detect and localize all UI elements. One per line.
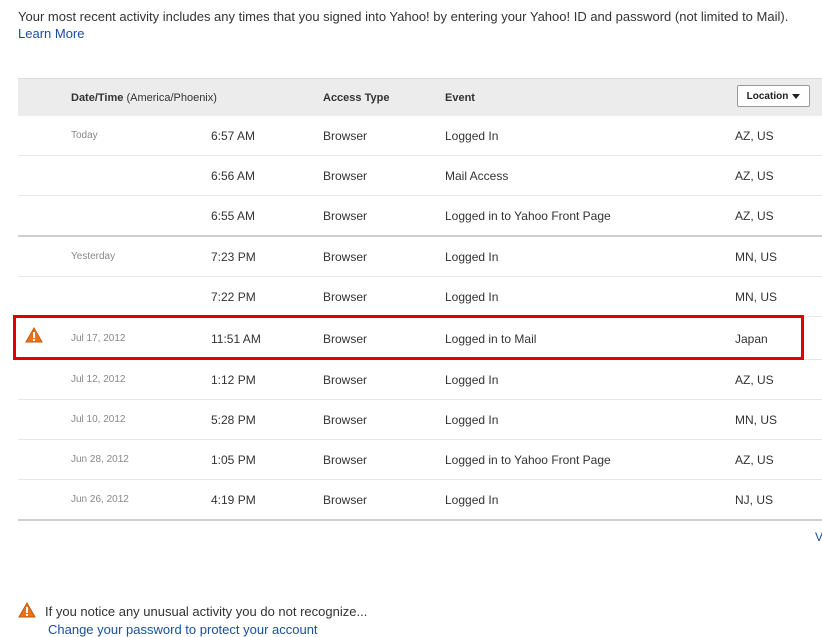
- row-date: Today: [71, 130, 98, 141]
- row-date: Jul 10, 2012: [71, 414, 126, 425]
- row-time: 7:23 PM: [211, 250, 256, 264]
- table-row: 7:22 PM Browser Logged In MN, US: [18, 277, 822, 317]
- row-access-type: Browser: [323, 413, 368, 427]
- header-event: Event: [445, 92, 475, 104]
- row-access-type: Browser: [323, 493, 368, 507]
- row-access-type: Browser: [323, 129, 368, 143]
- table-row: Jul 10, 2012 5:28 PM Browser Logged In M…: [18, 400, 822, 440]
- row-time: 7:22 PM: [211, 290, 256, 304]
- row-access-type: Browser: [323, 250, 368, 264]
- table-body: Today 6:57 AM Browser Logged In AZ, US 6…: [18, 116, 822, 521]
- intro-description: Your most recent activity includes any t…: [18, 9, 789, 24]
- warning-icon: [25, 326, 43, 346]
- table-row: Today 6:57 AM Browser Logged In AZ, US: [18, 116, 822, 156]
- view-more-link[interactable]: V: [815, 530, 822, 544]
- row-access-type: Browser: [323, 373, 368, 387]
- intro-text: Your most recent activity includes any t…: [18, 8, 818, 42]
- row-event: Mail Access: [445, 169, 509, 183]
- row-access-type: Browser: [323, 209, 368, 223]
- row-time: 1:05 PM: [211, 453, 256, 467]
- header-datetime-label: Date/Time: [71, 92, 124, 104]
- row-time: 6:56 AM: [211, 169, 256, 183]
- header-timezone: (America/Phoenix): [126, 92, 217, 104]
- row-event: Logged in to Mail: [445, 332, 537, 346]
- row-location: MN, US: [735, 413, 777, 427]
- row-date: Yesterday: [71, 251, 116, 262]
- table-row-suspicious: Jul 17, 2012 11:51 AM Browser Logged in …: [18, 317, 822, 360]
- row-event: Logged In: [445, 413, 499, 427]
- row-location: MN, US: [735, 290, 777, 304]
- row-time: 5:28 PM: [211, 413, 256, 427]
- row-event: Logged In: [445, 250, 499, 264]
- row-location: NJ, US: [735, 493, 774, 507]
- row-location: MN, US: [735, 250, 777, 264]
- notice-text: If you notice any unusual activity you d…: [45, 604, 368, 619]
- header-access-type: Access Type: [323, 92, 390, 104]
- warning-icon: [18, 601, 36, 621]
- row-time: 6:57 AM: [211, 129, 256, 143]
- table-row: Yesterday 7:23 PM Browser Logged In MN, …: [18, 237, 822, 277]
- row-date: Jul 12, 2012: [71, 374, 126, 385]
- location-dropdown-button[interactable]: Location: [737, 85, 810, 107]
- table-row: Jun 28, 2012 1:05 PM Browser Logged in t…: [18, 440, 822, 480]
- table-row: 6:56 AM Browser Mail Access AZ, US: [18, 156, 822, 196]
- row-location: AZ, US: [735, 169, 774, 183]
- row-time: 4:19 PM: [211, 493, 256, 507]
- row-date: Jul 17, 2012: [71, 333, 126, 344]
- row-event: Logged in to Yahoo Front Page: [445, 453, 611, 467]
- table-header: Date/Time (America/Phoenix) Access Type …: [18, 78, 822, 116]
- table-row: 6:55 AM Browser Logged in to Yahoo Front…: [18, 196, 822, 237]
- row-time: 11:51 AM: [211, 332, 261, 346]
- row-event: Logged In: [445, 373, 499, 387]
- location-button-label: Location: [746, 90, 789, 102]
- row-location: Japan: [735, 332, 768, 346]
- table-row: Jul 12, 2012 1:12 PM Browser Logged In A…: [18, 360, 822, 400]
- chevron-down-icon: [792, 93, 801, 99]
- row-event: Logged In: [445, 493, 499, 507]
- row-location: AZ, US: [735, 209, 774, 223]
- row-access-type: Browser: [323, 453, 368, 467]
- row-event: Logged in to Yahoo Front Page: [445, 209, 611, 223]
- row-access-type: Browser: [323, 169, 368, 183]
- header-datetime: Date/Time (America/Phoenix): [71, 92, 217, 104]
- row-location: AZ, US: [735, 129, 774, 143]
- row-access-type: Browser: [323, 332, 368, 346]
- learn-more-link[interactable]: Learn More: [18, 26, 84, 41]
- row-time: 6:55 AM: [211, 209, 256, 223]
- row-access-type: Browser: [323, 290, 368, 304]
- row-location: AZ, US: [735, 373, 774, 387]
- activity-table: Date/Time (America/Phoenix) Access Type …: [18, 78, 822, 521]
- row-time: 1:12 PM: [211, 373, 256, 387]
- row-date: Jun 26, 2012: [71, 494, 129, 505]
- row-location: AZ, US: [735, 453, 774, 467]
- row-date: Jun 28, 2012: [71, 454, 129, 465]
- row-event: Logged In: [445, 290, 499, 304]
- row-event: Logged In: [445, 129, 499, 143]
- table-row: Jun 26, 2012 4:19 PM Browser Logged In N…: [18, 480, 822, 521]
